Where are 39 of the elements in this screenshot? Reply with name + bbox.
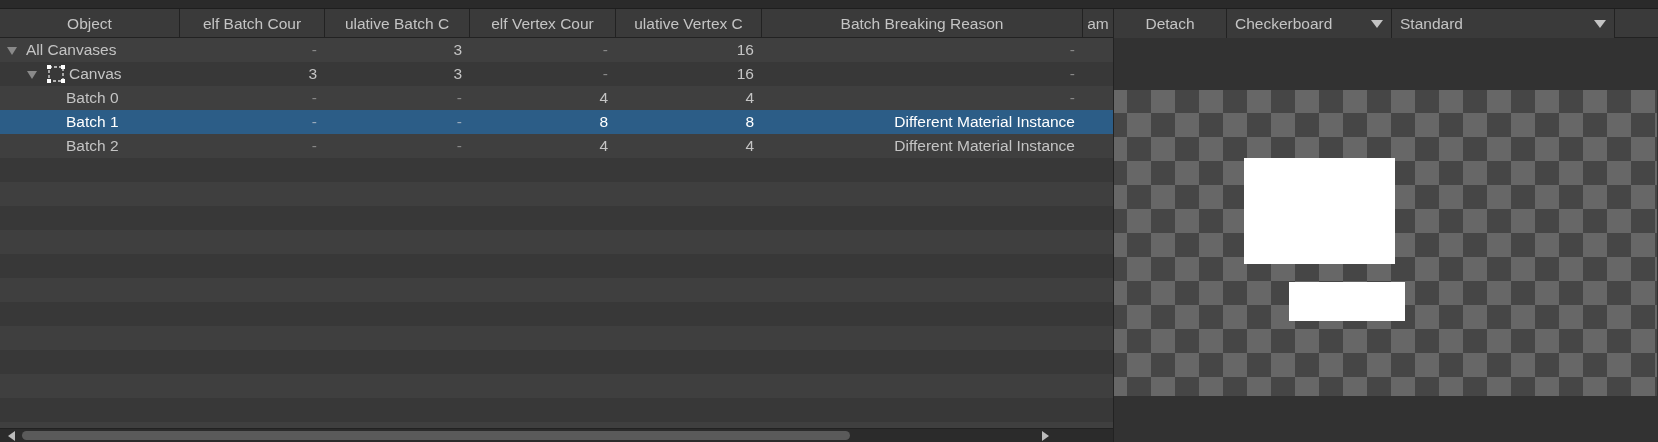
table-cell: 4	[745, 137, 754, 154]
table-cell: 3	[453, 41, 462, 58]
object-name[interactable]: Canvas	[69, 62, 122, 86]
scroll-right-icon[interactable]	[1041, 430, 1049, 441]
object-name[interactable]: Batch 0	[66, 86, 119, 110]
table-cell: -	[1069, 65, 1075, 82]
table-cell: 3	[308, 65, 317, 82]
scrollbar-thumb[interactable]	[22, 431, 850, 440]
table-cell: 16	[736, 41, 754, 58]
scroll-left-icon[interactable]	[8, 430, 16, 441]
table-cell: -	[456, 89, 462, 106]
table-cell: -	[602, 65, 608, 82]
table-cell: -	[311, 89, 317, 106]
table-cell: -	[456, 113, 462, 130]
table-cell: 8	[599, 113, 608, 130]
table-cell: Different Material Instance	[894, 137, 1075, 154]
table-cell: 3	[453, 65, 462, 82]
table-cell: Different Material Instance	[894, 113, 1075, 130]
table-cell: 4	[745, 89, 754, 106]
table-cell: -	[1069, 41, 1075, 58]
table-cell: 4	[599, 137, 608, 154]
table-cell: -	[602, 41, 608, 58]
object-name[interactable]: Batch 2	[66, 134, 119, 158]
table-cell: 4	[599, 89, 608, 106]
object-name[interactable]: All Canvases	[26, 38, 117, 62]
canvas-icon	[46, 64, 66, 84]
table-cell: -	[1069, 89, 1075, 106]
table-cell: -	[311, 41, 317, 58]
table-cell: -	[311, 137, 317, 154]
background-dropdown[interactable]: Checkerboard	[1227, 9, 1392, 38]
mode-dropdown[interactable]: Standard	[1392, 9, 1615, 38]
table-cell: -	[456, 137, 462, 154]
object-name[interactable]: Batch 1	[66, 110, 119, 134]
detach-button[interactable]: Detach	[1114, 9, 1227, 38]
dropdown-arrow-icon	[1371, 19, 1383, 28]
table-cell: 8	[745, 113, 754, 130]
table-cell: -	[311, 113, 317, 130]
table-cell: 16	[736, 65, 754, 82]
dropdown-arrow-icon	[1594, 19, 1606, 28]
